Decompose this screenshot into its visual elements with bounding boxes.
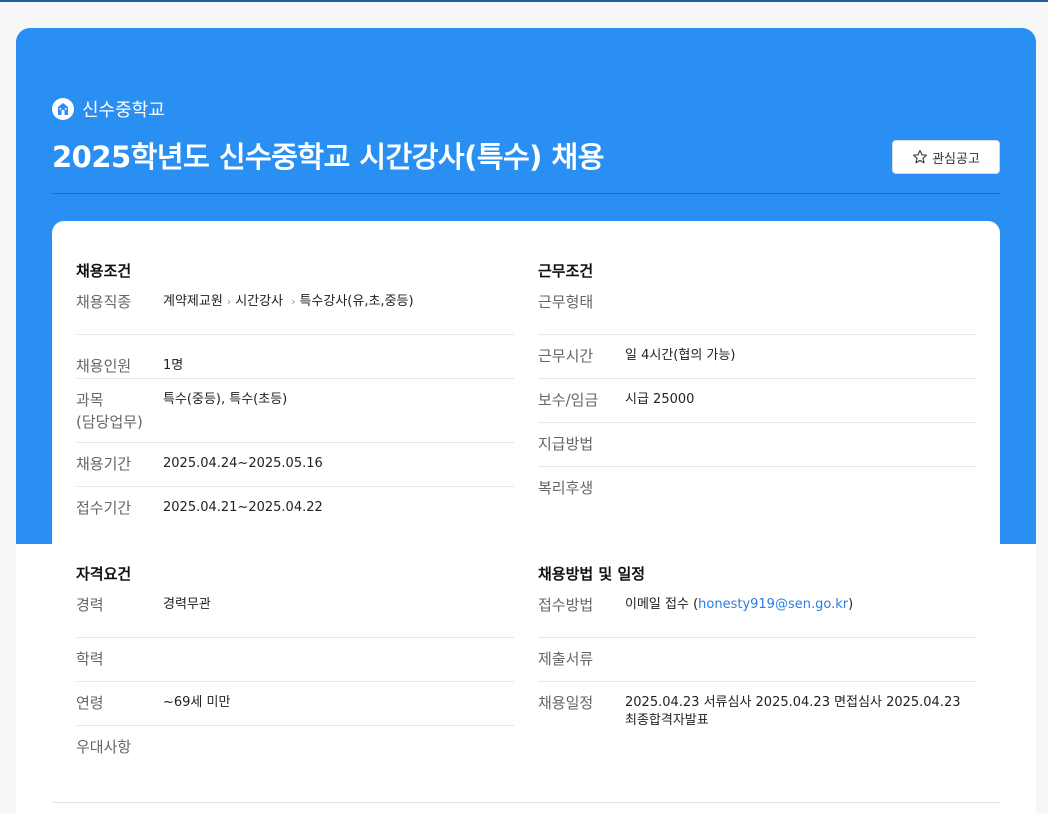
favorite-button[interactable]: 관심공고 <box>892 140 1000 174</box>
row-label: 과목 (담당업무) <box>76 391 143 431</box>
row-value: 1명 <box>163 358 184 373</box>
row-label: 채용일정 <box>538 694 594 712</box>
row-value: 경력무관 <box>163 597 211 612</box>
row-label: 학력 <box>76 650 104 668</box>
detail-row: 복리후생 <box>538 467 976 511</box>
recruit-conditions-section: 채용조건 채용직종 계약제교원 › 시간강사 › 특수강사(유,초,중등) 채용인원 1… <box>76 260 514 531</box>
detail-row: 지급방법 <box>538 423 976 467</box>
chevron-right-icon: › <box>291 295 296 308</box>
detail-row: 보수/임금 시급 25000 <box>538 379 976 423</box>
application-method: 이메일 접수 (honesty919@sen.go.kr) <box>625 594 976 614</box>
job-category-path: 계약제교원 › 시간강사 › 특수강사(유,초,중등) <box>163 291 514 311</box>
detail-row: 채용인원 1명 <box>76 335 514 379</box>
row-label: 제출서류 <box>538 650 594 668</box>
job-path-level-3: 특수강사(유,초,중등) <box>299 294 414 309</box>
qualifications-section: 자격요건 경력 경력무관 학력 연령 ~69세 미만 우대사항 <box>76 563 514 770</box>
detail-row: 근무형태 <box>538 291 976 335</box>
work-conditions-section: 근무조건 근무형태 근무시간 일 4시간(협의 가능) 보수/임금 시급 250… <box>538 260 976 511</box>
row-value <box>163 648 514 650</box>
row-value <box>163 736 514 738</box>
detail-row: 과목 (담당업무) 특수(중등), 특수(초등) <box>76 379 514 443</box>
hero-divider <box>52 193 1000 194</box>
section-title: 근무조건 <box>538 262 594 280</box>
detail-row: 경력 경력무관 <box>76 594 514 638</box>
section-title: 채용조건 <box>76 262 132 280</box>
row-value <box>625 477 976 479</box>
favorite-label: 관심공고 <box>932 151 980 167</box>
row-label: 근무시간 <box>538 347 594 365</box>
detail-row: 제출서류 <box>538 638 976 682</box>
detail-row: 채용직종 계약제교원 › 시간강사 › 특수강사(유,초,중등) <box>76 291 514 335</box>
row-value: 일 4시간(협의 가능) <box>625 348 736 363</box>
detail-row: 접수기간 2025.04.21~2025.04.22 <box>76 487 514 531</box>
job-path-level-1: 계약제교원 <box>163 294 223 309</box>
row-label: 채용인원 <box>76 357 132 375</box>
top-border <box>0 0 1048 2</box>
detail-row: 근무시간 일 4시간(협의 가능) <box>538 335 976 379</box>
job-path-level-2: 시간강사 <box>235 294 284 309</box>
row-label: 연령 <box>76 694 104 712</box>
method-prefix: 이메일 접수 ( <box>625 597 699 612</box>
row-value: 특수(중등), 특수(초등) <box>163 392 288 407</box>
row-value: 시급 25000 <box>625 392 695 407</box>
method-schedule-section: 채용방법 및 일정 접수방법 이메일 접수 (honesty919@sen.go… <box>538 563 976 730</box>
detail-row: 연령 ~69세 미만 <box>76 682 514 726</box>
page-title: 2025학년도 신수중학교 시간강사(특수) 채용 <box>52 140 604 174</box>
school-name[interactable]: 신수중학교 <box>82 96 165 122</box>
star-icon <box>912 149 928 164</box>
bottom-divider <box>52 802 1000 803</box>
row-value: ~69세 미만 <box>163 695 231 710</box>
row-label: 지급방법 <box>538 435 594 453</box>
email-link[interactable]: honesty919@sen.go.kr <box>698 597 848 612</box>
school-header: 신수중학교 <box>52 96 165 122</box>
row-label: 접수기간 <box>76 499 132 517</box>
row-label: 우대사항 <box>76 738 132 756</box>
method-suffix: ) <box>848 597 854 612</box>
chevron-right-icon: › <box>226 295 232 308</box>
row-value <box>625 433 976 435</box>
row-value: 2025.04.23 서류심사 2025.04.23 면접심사 2025.04.… <box>625 695 961 728</box>
row-label: 보수/임금 <box>538 391 599 409</box>
detail-row: 접수방법 이메일 접수 (honesty919@sen.go.kr) <box>538 594 976 638</box>
row-label: 접수방법 <box>538 596 594 614</box>
detail-row: 학력 <box>76 638 514 682</box>
detail-row: 채용기간 2025.04.24~2025.05.16 <box>76 443 514 487</box>
detail-row: 우대사항 <box>76 726 514 770</box>
section-title: 자격요건 <box>76 565 132 583</box>
row-label: 채용기간 <box>76 455 132 473</box>
row-value: 2025.04.24~2025.05.16 <box>163 456 323 471</box>
row-label: 경력 <box>76 596 104 614</box>
row-value <box>625 648 976 650</box>
row-value <box>625 291 976 293</box>
section-title: 채용방법 및 일정 <box>538 565 646 583</box>
row-label: 채용직종 <box>76 293 132 311</box>
row-label: 복리후생 <box>538 479 594 497</box>
row-label: 근무형태 <box>538 293 594 311</box>
detail-row: 채용일정 2025.04.23 서류심사 2025.04.23 면접심사 202… <box>538 682 976 730</box>
row-value: 2025.04.21~2025.04.22 <box>163 500 323 515</box>
school-building-icon <box>52 98 74 120</box>
